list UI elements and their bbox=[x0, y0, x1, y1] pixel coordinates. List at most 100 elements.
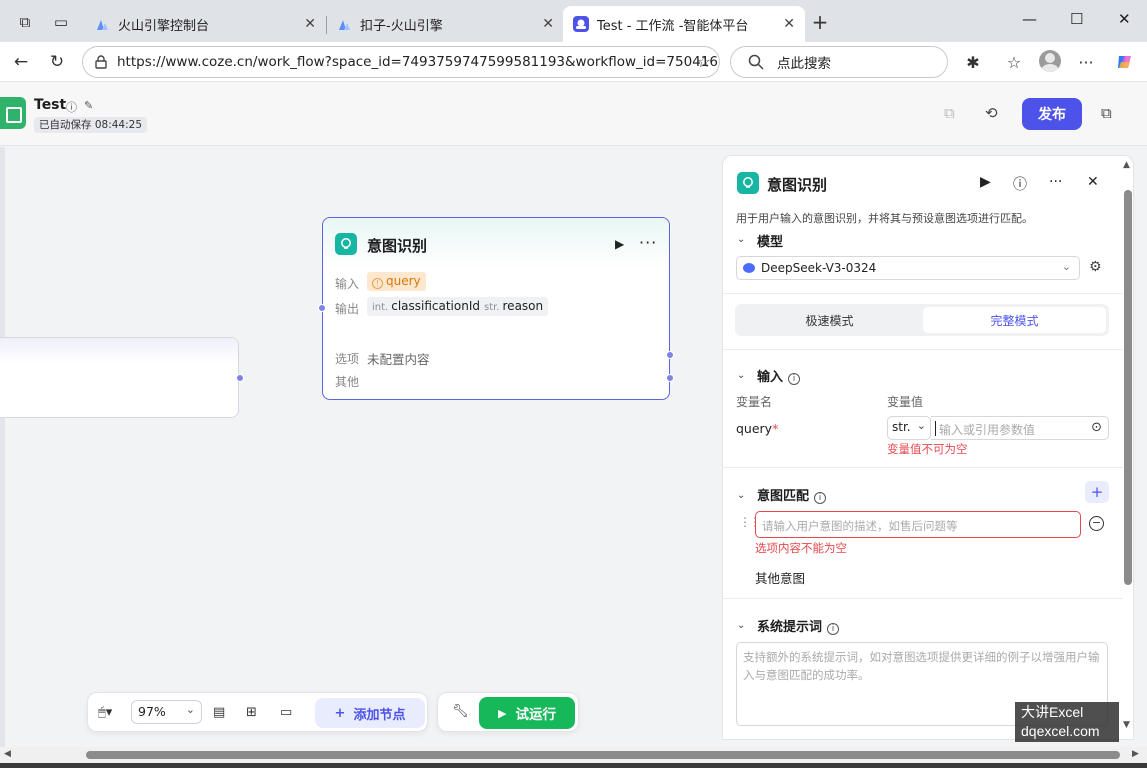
scroll-down-icon[interactable]: ▼ bbox=[1123, 720, 1130, 730]
close-icon[interactable]: ✕ bbox=[1087, 174, 1099, 190]
comment-icon[interactable]: ▤ bbox=[213, 705, 225, 720]
workspaces-icon[interactable]: ⧉ bbox=[11, 8, 39, 36]
zoom-select[interactable]: 97% ⌄ bbox=[131, 700, 202, 724]
workflow-node-start[interactable] bbox=[0, 337, 244, 418]
play-icon[interactable]: ▶ bbox=[615, 237, 624, 251]
options-value: 未配置内容 bbox=[367, 352, 430, 367]
var-type: int. bbox=[372, 302, 389, 313]
info-icon[interactable]: ⓘ bbox=[66, 99, 77, 115]
chevron-down-icon[interactable]: ⌄ bbox=[737, 234, 745, 245]
info-icon[interactable]: i bbox=[814, 492, 827, 504]
mode-fast[interactable]: 极速模式 bbox=[738, 307, 921, 333]
warning-icon: ! bbox=[372, 278, 383, 289]
more-menu-icon[interactable]: ··· bbox=[1075, 51, 1097, 73]
publish-button[interactable]: 发布 bbox=[1022, 98, 1082, 130]
input-port[interactable] bbox=[318, 304, 326, 312]
help-icon[interactable]: ⓘ bbox=[1013, 174, 1027, 194]
section-label: 意图匹配 bbox=[757, 489, 810, 504]
profile-avatar[interactable] bbox=[1039, 50, 1061, 72]
chevron-down-icon[interactable]: ⌄ bbox=[737, 370, 745, 381]
maximize-icon[interactable]: ☐ bbox=[1070, 10, 1083, 28]
output-port[interactable] bbox=[666, 374, 674, 382]
model-name: DeepSeek-V3-0324 bbox=[761, 261, 877, 275]
output-var-tag: int. classificationId bbox=[367, 297, 485, 316]
mouse-mode-icon[interactable]: 🖱︎▾ bbox=[98, 705, 112, 720]
new-tab-icon[interactable]: + bbox=[806, 8, 834, 36]
input-label: 输入 bbox=[335, 277, 360, 291]
var-name: classificationId bbox=[391, 299, 480, 313]
add-intent-button[interactable]: + bbox=[1085, 481, 1109, 503]
tab-test-workflow[interactable]: Test - 工作流 -智能体平台 ✕ bbox=[563, 6, 805, 42]
intent-placeholder: 请输入用户意图的描述，如售后问题等 bbox=[762, 519, 958, 533]
tab-actions-icon[interactable]: ▭ bbox=[47, 8, 75, 36]
var-value-placeholder: 输入或引用参数值 bbox=[939, 423, 1036, 437]
edit-icon[interactable]: ✎ bbox=[84, 99, 93, 112]
var-type-select[interactable]: str. ⌄ bbox=[887, 416, 931, 440]
intent-option-input[interactable]: 请输入用户意图的描述，如售后问题等 bbox=[755, 511, 1081, 538]
plus-icon: + bbox=[334, 705, 346, 721]
input-var-tag: ! query bbox=[367, 272, 426, 291]
divider bbox=[723, 467, 1123, 468]
more-icon[interactable]: ··· bbox=[1049, 174, 1062, 190]
taskbar-edge bbox=[0, 763, 1147, 768]
volcengine-icon bbox=[94, 16, 110, 32]
gear-icon[interactable]: ⚙ bbox=[1089, 259, 1102, 275]
tab-volcengine-console[interactable]: 火山引擎控制台 ✕ bbox=[84, 6, 326, 42]
trial-run-button[interactable]: ▶ 试运行 bbox=[479, 697, 575, 729]
url-field[interactable]: https://www.coze.cn/work_flow?space_id=7… bbox=[82, 46, 720, 78]
minimap-icon[interactable]: ▭ bbox=[280, 705, 292, 720]
tab-close-icon[interactable]: ✕ bbox=[783, 16, 795, 32]
extensions-icon[interactable]: ✱ bbox=[962, 51, 984, 73]
text-cursor bbox=[935, 421, 936, 436]
close-window-icon[interactable]: ✕ bbox=[1118, 10, 1131, 28]
add-node-button[interactable]: + 添加节点 bbox=[315, 698, 425, 728]
chevron-down-icon: ⌄ bbox=[1061, 260, 1071, 273]
tab-close-icon[interactable]: ✕ bbox=[542, 16, 554, 32]
workflow-node-intent[interactable]: 意图识别 ▶ ··· 输入 ! query 输出 int. classificati… bbox=[318, 217, 674, 400]
remove-intent-icon[interactable]: − bbox=[1089, 516, 1104, 531]
model-section-title: 模型 bbox=[757, 235, 784, 250]
layout-icon[interactable]: ⊞ bbox=[246, 705, 257, 720]
play-icon[interactable]: ▶ bbox=[980, 174, 991, 190]
watermark-line: dqexcel.com bbox=[1021, 723, 1100, 739]
mode-full[interactable]: 完整模式 bbox=[923, 307, 1106, 333]
minimize-icon[interactable]: — bbox=[1022, 10, 1037, 28]
scrollbar-thumb[interactable] bbox=[86, 751, 1120, 759]
back-icon[interactable]: ← bbox=[8, 50, 34, 74]
panel-scrollbar[interactable] bbox=[1124, 190, 1132, 585]
wrench-icon[interactable]: 🔧︎ bbox=[452, 704, 469, 719]
scroll-left-icon[interactable]: ◀ bbox=[4, 749, 11, 759]
copilot-icon[interactable] bbox=[1114, 51, 1136, 73]
refresh-icon[interactable]: ↻ bbox=[44, 50, 70, 74]
lock-icon bbox=[95, 55, 107, 69]
tab-close-icon[interactable]: ✕ bbox=[304, 16, 316, 32]
search-input[interactable]: 点此搜索 bbox=[730, 46, 948, 78]
chevron-down-icon[interactable]: ⌄ bbox=[737, 620, 745, 631]
model-select[interactable]: DeepSeek-V3-0324 ⌄ bbox=[736, 256, 1080, 280]
input-var-name: query* bbox=[736, 421, 778, 436]
canvas-edge bbox=[0, 147, 5, 747]
history-icon[interactable]: ⟲ bbox=[985, 104, 998, 122]
favorites-icon[interactable]: ☆ bbox=[1003, 51, 1025, 73]
output-port[interactable] bbox=[666, 351, 674, 359]
favorite-star-icon[interactable]: ☆ bbox=[697, 52, 711, 71]
duplicate-icon[interactable]: ⧉ bbox=[1101, 104, 1112, 122]
scroll-up-icon[interactable]: ▲ bbox=[1123, 160, 1130, 170]
output-port[interactable] bbox=[236, 374, 244, 382]
chevron-down-icon[interactable]: ⌄ bbox=[737, 490, 745, 501]
intent-error-text: 选项内容不能为空 bbox=[755, 541, 847, 555]
input-var-name: query bbox=[386, 274, 421, 288]
info-icon[interactable]: i bbox=[788, 373, 801, 385]
section-label: 输入 bbox=[757, 370, 784, 385]
scroll-right-icon[interactable]: ▶ bbox=[1132, 749, 1139, 759]
copy-icon[interactable]: ⧉ bbox=[944, 104, 955, 122]
horizontal-scrollbar[interactable]: ◀ ▶ bbox=[0, 747, 1147, 763]
var-name-text: query bbox=[736, 421, 773, 436]
chevron-down-icon: ⌄ bbox=[916, 419, 926, 432]
tab-coze-volcengine[interactable]: 扣子-火山引擎 ✕ bbox=[326, 6, 564, 42]
info-icon[interactable]: i bbox=[827, 623, 840, 635]
reference-target-icon[interactable]: ⊙ bbox=[1091, 420, 1102, 435]
var-value-input[interactable]: 输入或引用参数值 ⊙ bbox=[931, 416, 1109, 440]
more-icon[interactable]: ··· bbox=[639, 233, 657, 252]
node-config-panel: 意图识别 ▶ ⓘ ··· ✕ 用于用户输入的意图识别，并将其与预设意图选项进行匹… bbox=[722, 155, 1134, 740]
